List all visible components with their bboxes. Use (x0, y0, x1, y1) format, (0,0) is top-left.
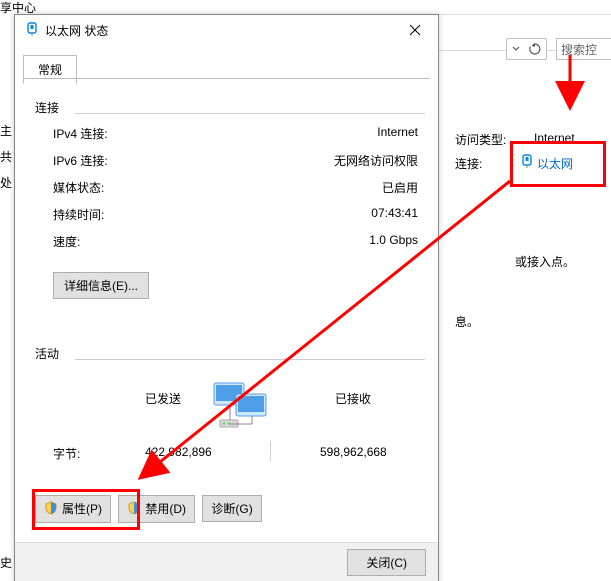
diagnose-button[interactable]: 诊断(G) (202, 495, 261, 522)
partial-text-ap: 或接入点。 (515, 253, 575, 270)
divider (75, 113, 425, 115)
diagnose-button-label: 诊断(G) (211, 502, 252, 516)
close-dialog-button[interactable]: 关闭(C) (347, 549, 426, 576)
left-nav-strip: 主 共 处 史 (0, 14, 15, 581)
ipv4-label: IPv4 连接: (53, 125, 108, 142)
bytes-recv-value: 598,962,668 (320, 445, 387, 459)
refresh-button[interactable] (524, 38, 547, 60)
ipv6-label: IPv6 连接: (53, 152, 108, 169)
speed-value: 1.0 Gbps (369, 233, 418, 247)
dialog-footer: 关闭(C) (15, 542, 438, 581)
ipv6-value: 无网络访问权限 (334, 152, 418, 169)
speed-label: 速度: (53, 233, 80, 250)
annotation-box-link (510, 141, 606, 187)
search-input[interactable]: 搜索控 (556, 38, 611, 60)
bytes-label: 字节: (53, 445, 80, 462)
dialog-title: 以太网 状态 (45, 22, 108, 39)
close-icon (409, 24, 421, 36)
ipv4-value: Internet (377, 125, 418, 139)
access-type-label: 访问类型: (455, 131, 506, 148)
search-placeholder: 搜索控 (561, 41, 597, 58)
network-activity-icon (210, 380, 270, 430)
annotation-box-properties (32, 489, 140, 530)
refresh-icon (529, 43, 541, 55)
dialog-titlebar: 以太网 状态 (15, 15, 438, 45)
toolbar: 搜索控 (438, 14, 611, 51)
divider (270, 441, 271, 461)
sent-label: 已发送 (145, 390, 181, 407)
section-activity-title: 活动 (35, 345, 59, 362)
path-dropdown[interactable] (506, 38, 525, 60)
bytes-sent-value: 422,982,896 (145, 445, 212, 459)
media-state-value: 已启用 (382, 179, 418, 196)
tab-underline (23, 78, 430, 79)
nav-fragment[interactable]: 史 (0, 554, 12, 571)
recv-label: 已接收 (335, 390, 371, 407)
close-button[interactable] (392, 15, 438, 45)
details-button[interactable]: 详细信息(E)... (53, 272, 149, 299)
partial-text-info: 息。 (455, 313, 479, 330)
ethernet-status-dialog: 以太网 状态 常规 连接 IPv4 连接: Internet IPv6 连接: … (14, 14, 439, 581)
disable-button-label: 禁用(D) (145, 502, 186, 516)
ethernet-icon (25, 21, 39, 40)
chevron-down-icon (512, 45, 520, 53)
section-connection-title: 连接 (35, 99, 59, 116)
nav-fragment[interactable]: 主 (0, 122, 12, 139)
parent-window-titlebar: 享中心 (0, 0, 611, 15)
divider (75, 359, 425, 361)
tab-general[interactable]: 常规 (23, 55, 77, 84)
duration-label: 持续时间: (53, 206, 104, 223)
nav-fragment[interactable]: 共 (0, 148, 12, 165)
duration-value: 07:43:41 (371, 206, 418, 220)
nav-fragment[interactable]: 处 (0, 174, 12, 191)
tabs: 常规 (23, 55, 77, 84)
media-state-label: 媒体状态: (53, 179, 104, 196)
connections-label: 连接: (455, 155, 482, 172)
